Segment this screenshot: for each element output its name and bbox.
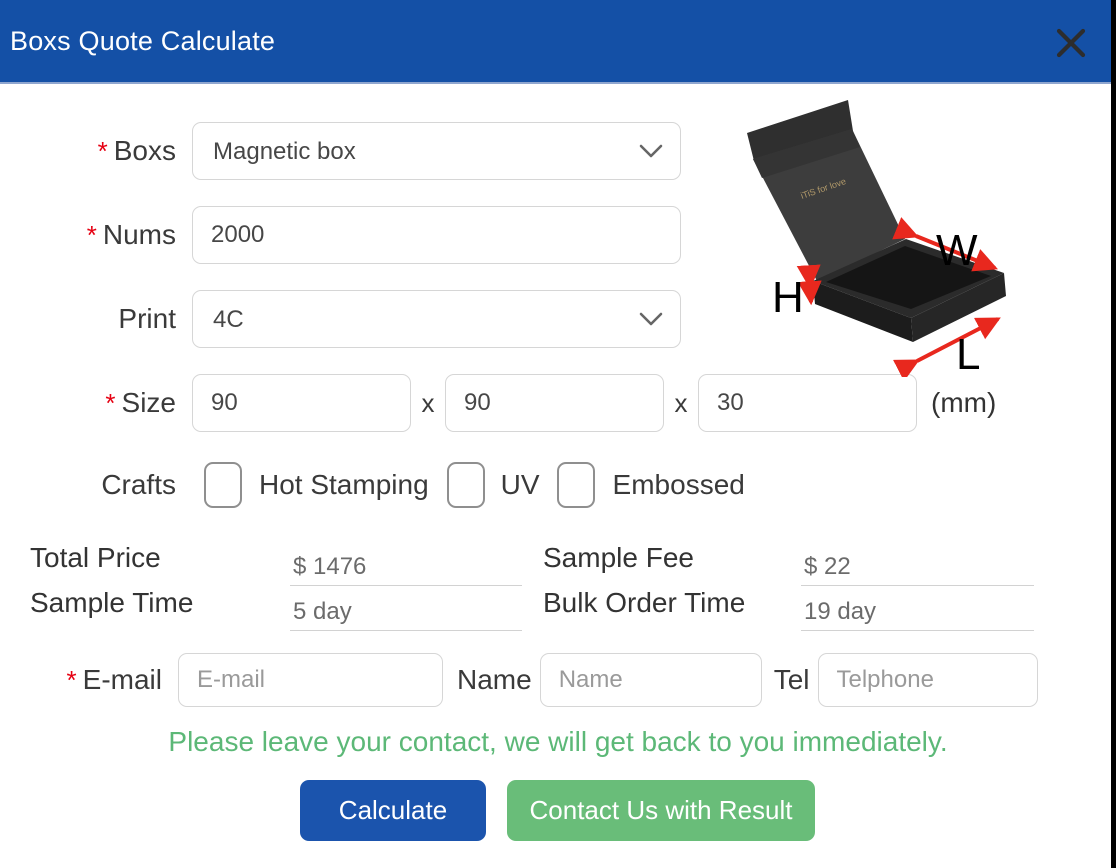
size-height-input[interactable] [698, 374, 917, 432]
uv-checkbox[interactable] [447, 462, 485, 508]
size-separator: x [664, 388, 698, 419]
nums-label-text: Nums [103, 219, 176, 250]
height-letter: H [772, 273, 804, 322]
nums-input[interactable] [192, 206, 681, 264]
email-label: *E-mail [0, 664, 162, 696]
tel-input[interactable] [818, 653, 1038, 707]
row-size: *Size x x (mm) [16, 374, 996, 432]
crafts-label: Crafts [16, 469, 176, 501]
required-asterisk: * [105, 388, 115, 418]
boxs-label-text: Boxs [114, 135, 176, 166]
print-select[interactable]: 4C [192, 290, 681, 348]
bulk-order-time-label: Bulk Order Time [543, 587, 745, 619]
page-edge [1111, 0, 1116, 868]
total-price-value: $ 1476 [290, 548, 522, 586]
row-boxs: *Boxs Magnetic box [16, 122, 681, 180]
boxs-label: *Boxs [16, 135, 176, 167]
tel-label: Tel [774, 664, 810, 696]
nums-label: *Nums [16, 219, 176, 251]
calculate-button[interactable]: Calculate [300, 780, 486, 841]
row-nums: *Nums [16, 206, 681, 264]
total-price-label: Total Price [30, 542, 161, 574]
uv-label: UV [501, 469, 540, 501]
required-asterisk: * [87, 220, 97, 250]
contact-us-button[interactable]: Contact Us with Result [507, 780, 815, 841]
sample-time-value: 5 day [290, 593, 522, 631]
required-asterisk: * [67, 665, 77, 695]
embossed-label: Embossed [613, 469, 745, 501]
width-letter: W [936, 226, 978, 275]
size-length-input[interactable] [192, 374, 411, 432]
embossed-checkbox[interactable] [557, 462, 595, 508]
height-arrow [810, 286, 811, 302]
name-input[interactable] [540, 653, 762, 707]
dialog-title: Boxs Quote Calculate [0, 26, 275, 57]
size-label-text: Size [122, 387, 176, 418]
name-label: Name [457, 664, 532, 696]
size-width-input[interactable] [445, 374, 664, 432]
product-image: iTiS for love W H L [740, 97, 1040, 377]
required-asterisk: * [98, 136, 108, 166]
quote-calculator-dialog: Boxs Quote Calculate *Boxs Magnetic box … [0, 0, 1116, 868]
hot-stamping-label: Hot Stamping [259, 469, 429, 501]
close-icon [1056, 28, 1086, 58]
sample-time-label: Sample Time [30, 587, 193, 619]
email-input[interactable] [178, 653, 443, 707]
sample-fee-value: $ 22 [801, 548, 1034, 586]
size-unit: (mm) [931, 387, 996, 419]
length-letter: L [956, 330, 980, 377]
contact-note: Please leave your contact, we will get b… [20, 726, 1096, 758]
email-label-text: E-mail [83, 664, 162, 695]
dialog-header: Boxs Quote Calculate [0, 0, 1111, 84]
size-label: *Size [16, 387, 176, 419]
print-label: Print [16, 303, 176, 335]
size-separator: x [411, 388, 445, 419]
bulk-order-time-value: 19 day [801, 593, 1034, 631]
row-crafts: Crafts Hot Stamping UV Embossed [16, 460, 745, 510]
sample-fee-label: Sample Fee [543, 542, 694, 574]
row-print: Print 4C [16, 290, 681, 348]
close-button[interactable] [1052, 24, 1090, 62]
boxs-select[interactable]: Magnetic box [192, 122, 681, 180]
row-contact: *E-mail Name Tel [0, 652, 1060, 708]
hot-stamping-checkbox[interactable] [204, 462, 242, 508]
